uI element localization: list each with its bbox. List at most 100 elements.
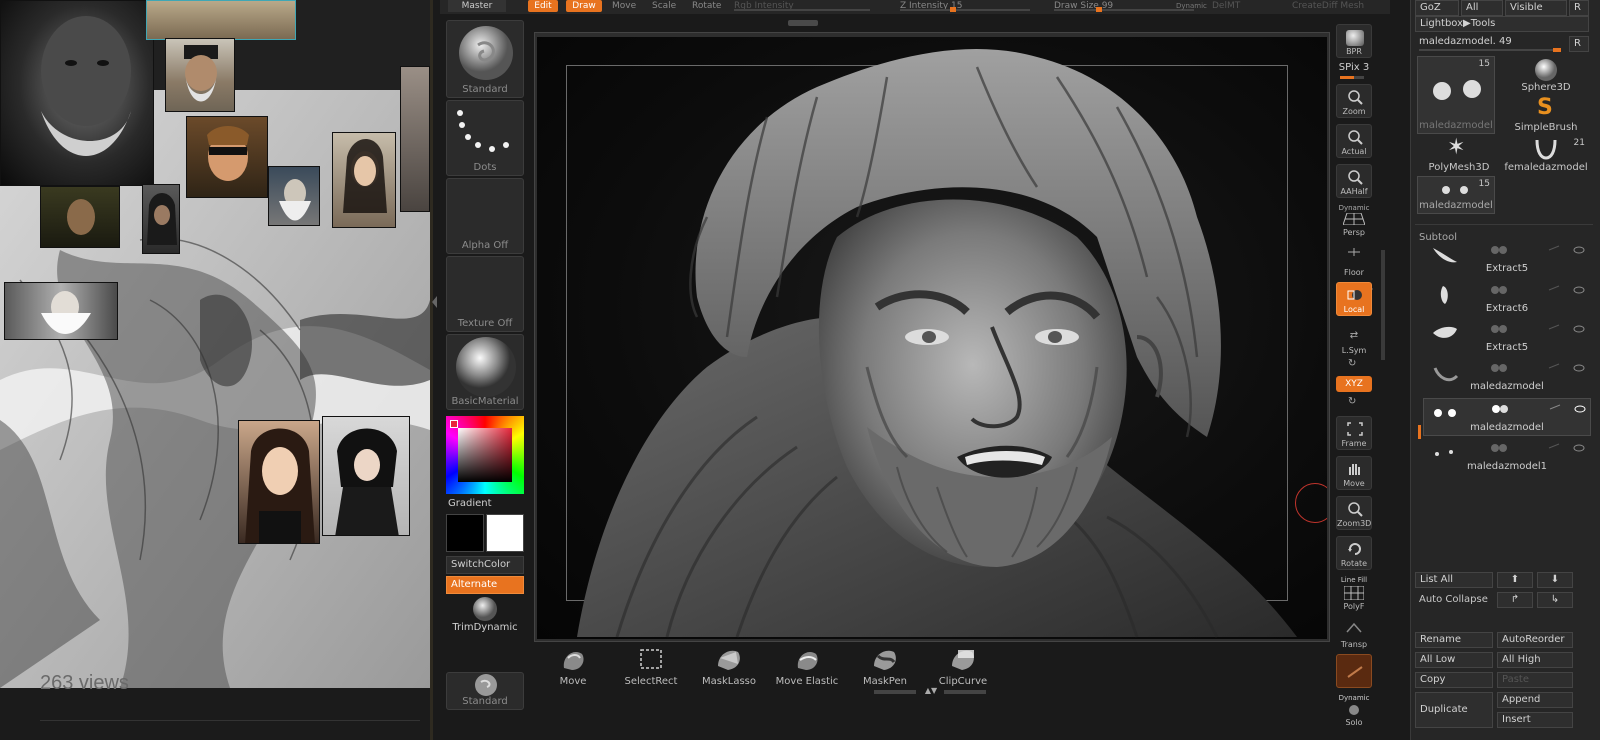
subtool-row-selected[interactable]: maledazmodel (1423, 398, 1591, 436)
brush-slot[interactable]: Standard (446, 20, 524, 98)
spix-slider[interactable]: SPix 3 (1334, 62, 1374, 76)
solo-button[interactable]: Dynamic Solo (1336, 694, 1372, 728)
zoom3d-button[interactable]: Zoom3D (1336, 496, 1372, 530)
bpr-button[interactable]: BPR (1336, 24, 1372, 58)
ghost-button[interactable] (1336, 654, 1372, 688)
persp-button[interactable]: Dynamic Persp (1336, 204, 1372, 238)
alternate-button[interactable]: Alternate (446, 576, 524, 594)
palette-scroll-left[interactable] (874, 690, 916, 694)
subtool-row[interactable]: maledazmodel1 (1423, 438, 1591, 476)
select-rect-button[interactable]: SelectRect (612, 644, 690, 690)
canvas-scroll-handle[interactable] (788, 20, 818, 26)
sculpt-head-model[interactable] (537, 37, 1327, 639)
scale-mode-button[interactable]: Scale (652, 0, 682, 12)
tool-tile-sphere3d[interactable]: Sphere3D (1503, 56, 1589, 94)
subtool-visibility-icon[interactable] (1479, 323, 1589, 335)
move-view-button[interactable]: Move (1336, 456, 1372, 490)
subtool-visibility-icon[interactable] (1479, 244, 1589, 256)
mask-pen-button[interactable]: MaskPen (846, 644, 924, 690)
main-color-swatch[interactable] (446, 514, 484, 552)
del-mt-button[interactable]: DelMT (1212, 0, 1262, 12)
rotate-axis-icon[interactable]: ↻ (1348, 358, 1356, 369)
floor-button[interactable]: Floor (1336, 244, 1372, 278)
r-button-2[interactable]: R (1569, 36, 1589, 52)
tool-tile-maledazmodel-2[interactable]: 15 maledazmodel (1417, 176, 1495, 214)
subtool-row[interactable]: Extract5 (1423, 240, 1591, 278)
dynamic-toggle[interactable]: Dynamic (1176, 0, 1216, 12)
gradient-label[interactable]: Gradient (448, 498, 492, 509)
auto-collapse-label[interactable]: Auto Collapse (1419, 594, 1488, 605)
current-tool-knob[interactable] (1553, 48, 1561, 52)
tool-tile-maledazmodel[interactable]: 15 maledazmodel (1417, 56, 1495, 134)
alpha-slot[interactable]: Alpha Off (446, 178, 524, 254)
spix-knob[interactable] (1340, 76, 1364, 79)
move-elastic-button[interactable]: Move Elastic (768, 644, 846, 690)
secondary-color-swatch[interactable] (486, 514, 524, 552)
lightbox-tools-button[interactable]: Lightbox▶Tools (1415, 16, 1589, 32)
color-picker-sv[interactable] (458, 428, 512, 482)
list-all-button[interactable]: List All (1415, 572, 1493, 588)
color-picker[interactable] (446, 416, 524, 494)
rotate-mode-button[interactable]: Rotate (692, 0, 728, 12)
actual-button[interactable]: Actual (1336, 124, 1372, 158)
move-brush-button[interactable]: Move (534, 644, 612, 690)
xyz-button[interactable]: XYZ (1336, 376, 1372, 392)
draw-size-knob[interactable] (1096, 7, 1102, 12)
window-divider[interactable] (430, 0, 433, 740)
all-button[interactable]: All (1461, 0, 1503, 16)
mask-lasso-button[interactable]: MaskLasso (690, 644, 768, 690)
subtool-row[interactable]: Extract6 (1423, 280, 1591, 318)
subtool-visibility-icon[interactable] (1479, 442, 1589, 454)
aahalf-button[interactable]: AAHalf (1336, 164, 1372, 198)
insert-button[interactable]: Insert (1497, 712, 1573, 728)
auto-reorder-button[interactable]: AutoReorder (1497, 632, 1573, 648)
switch-color-button[interactable]: SwitchColor (446, 556, 524, 574)
copy-button[interactable]: Copy (1415, 672, 1493, 688)
append-button[interactable]: Append (1497, 692, 1573, 708)
r-button[interactable]: R (1569, 0, 1589, 16)
polyf-button[interactable]: Line Fill PolyF (1336, 576, 1372, 612)
move-down-button[interactable]: ⬇ (1537, 572, 1573, 588)
z-intensity-knob[interactable] (950, 7, 956, 12)
shelf-collapse-handle[interactable] (432, 296, 437, 308)
visible-button[interactable]: Visible (1505, 0, 1567, 16)
tool-tile-polymesh3d[interactable]: ✶ PolyMesh3D (1417, 136, 1501, 174)
goz-button[interactable]: GoZ (1415, 0, 1459, 16)
master-button[interactable]: Master (448, 0, 506, 12)
clip-curve-button[interactable]: ClipCurve (924, 644, 1002, 690)
frame-button[interactable]: Frame (1336, 416, 1372, 450)
material-slot[interactable]: BasicMaterial (446, 334, 524, 410)
subtool-visibility-icon[interactable] (1479, 362, 1589, 374)
panel-scrollbar[interactable] (1381, 250, 1385, 360)
stroke-slot[interactable]: Dots (446, 100, 524, 176)
rotate-axis-icon-2[interactable]: ↻ (1348, 396, 1356, 407)
draw-button[interactable]: Draw (566, 0, 602, 12)
brush-slot-bottom[interactable]: Standard (446, 672, 524, 710)
lsym-button[interactable]: ⇄ L.Sym (1336, 322, 1372, 356)
current-tool-slider[interactable]: maledazmodel. 49 (1415, 34, 1567, 52)
all-low-button[interactable]: All Low (1415, 652, 1493, 668)
collapse-down-button[interactable]: ↳ (1537, 592, 1573, 608)
palette-scroll-right[interactable] (944, 690, 986, 694)
edit-button[interactable]: Edit (528, 0, 558, 12)
palette-scroll-arrows-icon[interactable]: ▲▼ (922, 686, 940, 696)
rename-button[interactable]: Rename (1415, 632, 1493, 648)
subtool-row[interactable]: maledazmodel (1423, 358, 1591, 396)
rotate-view-button[interactable]: Rotate (1336, 536, 1372, 570)
create-diff-mesh-button[interactable]: CreateDiff Mesh (1292, 0, 1382, 12)
zoom-button[interactable]: Zoom (1336, 84, 1372, 118)
document-canvas[interactable] (537, 37, 1327, 639)
subtool-row[interactable]: Extract5 (1423, 319, 1591, 357)
duplicate-button[interactable]: Duplicate (1415, 692, 1493, 728)
subtool-visibility-icon[interactable] (1479, 284, 1589, 296)
tool-tile-simplebrush[interactable]: S SimpleBrush (1503, 96, 1589, 134)
paste-button[interactable]: Paste (1497, 672, 1573, 688)
move-mode-button[interactable]: Move (612, 0, 642, 12)
transp-button[interactable]: Transp (1336, 616, 1372, 650)
move-up-button[interactable]: ⬆ (1497, 572, 1533, 588)
local-button[interactable]: Local (1336, 282, 1372, 316)
trim-dynamic-button[interactable]: TrimDynamic (446, 596, 524, 636)
subtool-header[interactable]: Subtool (1415, 224, 1593, 243)
all-high-button[interactable]: All High (1497, 652, 1573, 668)
texture-slot[interactable]: Texture Off (446, 256, 524, 332)
